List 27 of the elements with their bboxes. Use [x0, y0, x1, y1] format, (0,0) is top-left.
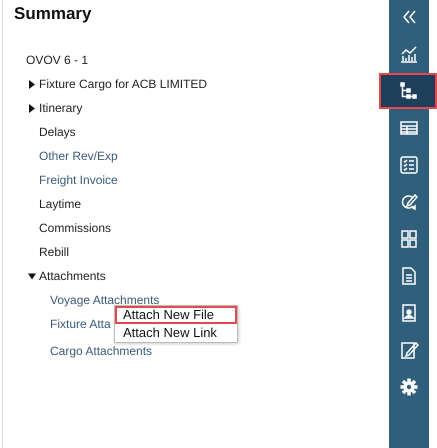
tree-item[interactable]: Itinerary [39, 101, 82, 115]
grid-icon [399, 229, 419, 249]
tree-item[interactable]: Rebill [39, 245, 70, 259]
tree-item[interactable]: Attachments [39, 269, 106, 283]
tree-item[interactable]: Commissions [39, 221, 112, 235]
tree-item[interactable]: Voyage Attachments [50, 293, 160, 307]
tree-item[interactable]: Laytime [39, 197, 82, 211]
sidebar-button[interactable] [379, 73, 437, 109]
expand-arrow-icon[interactable] [28, 80, 36, 88]
tree-item[interactable]: Cargo Attachments [50, 344, 152, 358]
hierarchy-icon [398, 81, 418, 101]
settings-icon [399, 377, 419, 397]
checklist-icon [399, 155, 419, 175]
tree-item[interactable]: Fixture Cargo for ACB LIMITED [39, 77, 208, 91]
chart-icon [399, 44, 419, 64]
tree-item[interactable]: Other Rev/Exp [39, 149, 118, 163]
notepad-icon [399, 340, 419, 360]
summary-title: Summary [14, 3, 92, 25]
tree-item[interactable]: OVOV 6 - 1 [26, 53, 88, 67]
tree-item[interactable]: Freight Invoice [39, 173, 118, 187]
expand-arrow-icon[interactable] [28, 272, 36, 280]
refresh-pencil-icon [399, 192, 419, 212]
expand-arrow-icon[interactable] [28, 104, 36, 112]
menu-item[interactable]: Attach New File [115, 306, 237, 324]
menu-item[interactable]: Attach New Link [115, 324, 237, 342]
tree-item[interactable]: Fixture Atta [50, 317, 111, 331]
tree-item[interactable]: Delays [39, 125, 76, 139]
